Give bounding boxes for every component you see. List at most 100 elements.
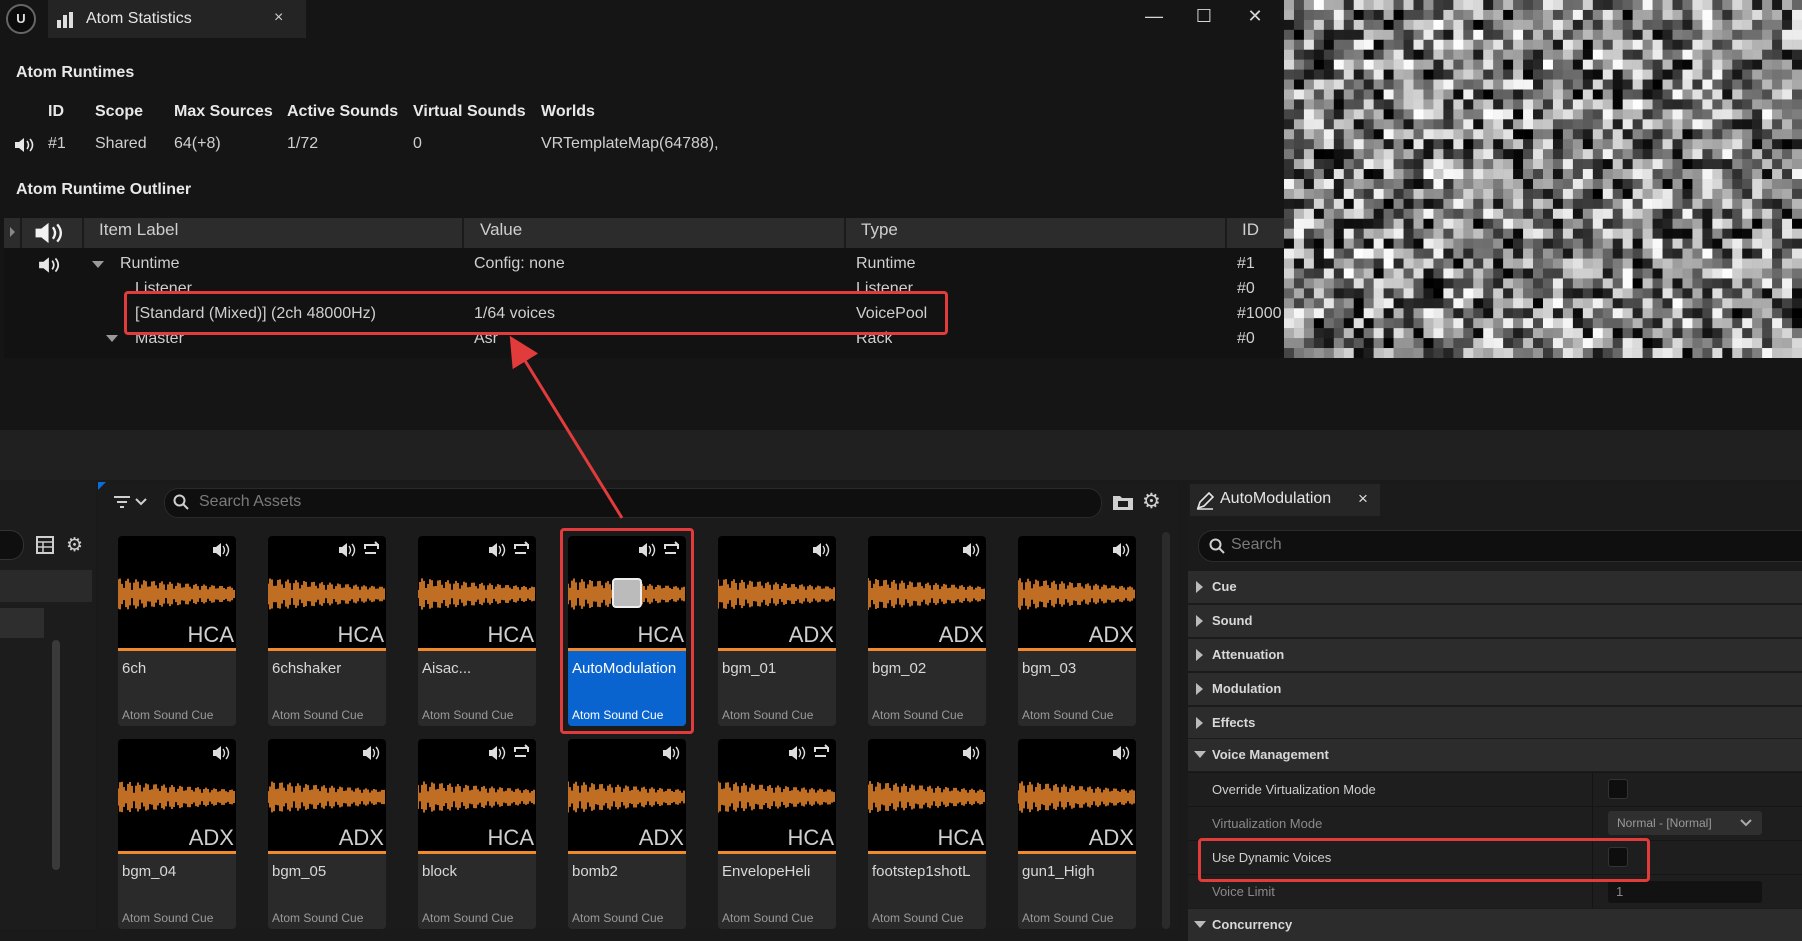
voice-limit-input[interactable]: 1 [1608, 881, 1762, 903]
speaker-icon [213, 543, 230, 557]
col-header-value[interactable]: Value [480, 220, 522, 240]
expand-arrow-icon[interactable] [10, 227, 15, 237]
asset-tile[interactable]: ADX bgm_01 Atom Sound Cue [718, 536, 836, 726]
collapse-arrow-icon[interactable] [92, 261, 104, 268]
minimize-button[interactable]: — [1140, 4, 1168, 28]
property-label: Override Virtualization Mode [1212, 782, 1376, 797]
asset-tile[interactable]: ADX bgm_04 Atom Sound Cue [118, 739, 236, 929]
sources-search[interactable] [0, 530, 24, 560]
voicepool-highlight [124, 291, 948, 335]
settings-gear-icon[interactable]: ⚙ [1142, 489, 1161, 514]
maximize-button[interactable]: ☐ [1190, 4, 1218, 28]
table-view-icon[interactable] [36, 536, 54, 554]
folder-icon[interactable] [1112, 493, 1134, 511]
thumbnail-underline [868, 648, 986, 651]
details-search-input[interactable]: Search [1198, 530, 1802, 562]
codec-label: ADX [338, 825, 384, 850]
tab-automodulation-details[interactable]: AutoModulation × [1190, 484, 1380, 516]
asset-type: Atom Sound Cue [872, 708, 964, 722]
asset-type: Atom Sound Cue [122, 708, 214, 722]
outliner-row-label[interactable]: Runtime [120, 255, 180, 273]
asset-name: Aisac... [422, 660, 472, 677]
asset-tile[interactable]: HCA Aisac... Atom Sound Cue [418, 536, 536, 726]
tab-close-button[interactable]: × [274, 9, 283, 27]
asset-tile[interactable]: ADX bgm_05 Atom Sound Cue [268, 739, 386, 929]
col-header-item-label[interactable]: Item Label [99, 220, 178, 240]
asset-name: block [422, 863, 458, 880]
col-header-worlds: Worlds [541, 103, 595, 120]
asset-tile[interactable]: HCA EnvelopeHeli Atom Sound Cue [718, 739, 836, 929]
property-override-virtualization-mode: Override Virtualization Mode [1188, 772, 1802, 806]
loop-icon [514, 541, 529, 554]
select-value: Normal - [Normal] [1617, 816, 1712, 830]
asset-tile[interactable]: HCA 6ch Atom Sound Cue [118, 536, 236, 726]
asset-name: bgm_03 [1022, 660, 1077, 677]
collapse-arrow-icon[interactable] [106, 335, 118, 342]
close-window-button[interactable]: ✕ [1241, 4, 1269, 28]
runtime-worlds: VRTemplateMap(64788), [541, 135, 719, 152]
thumbnail-underline [718, 851, 836, 854]
outliner-row-value: Config: none [474, 255, 565, 272]
asset-tile[interactable]: ADX gun1_High Atom Sound Cue [1018, 739, 1136, 929]
override-virtualization-checkbox[interactable] [1608, 779, 1628, 799]
asset-tile[interactable]: HCA 6chshaker Atom Sound Cue [268, 536, 386, 726]
outliner-row-id: #1 [1237, 255, 1255, 272]
asset-name: gun1_High [1022, 863, 1095, 880]
asset-search-input[interactable]: Search Assets [164, 488, 1102, 518]
property-label: Virtualization Mode [1212, 816, 1323, 831]
unreal-logo-icon[interactable]: U [6, 4, 36, 34]
asset-type: Atom Sound Cue [722, 911, 814, 925]
tab-atom-statistics[interactable]: Atom Statistics × [48, 0, 306, 38]
category-cue[interactable]: Cue [1188, 570, 1802, 603]
asset-type: Atom Sound Cue [422, 708, 514, 722]
asset-tile[interactable]: ADX bgm_02 Atom Sound Cue [868, 536, 986, 726]
asset-tile[interactable]: ADX bomb2 Atom Sound Cue [568, 739, 686, 929]
col-header-id[interactable]: ID [1242, 220, 1259, 240]
category-modulation[interactable]: Modulation [1188, 672, 1802, 705]
collapse-arrow-icon [1194, 751, 1206, 758]
asset-tile[interactable]: HCA footstep1shotL Atom Sound Cue [868, 739, 986, 929]
grid-scrollbar[interactable] [1162, 532, 1170, 929]
category-sound[interactable]: Sound [1188, 604, 1802, 637]
asset-tile[interactable]: HCA block Atom Sound Cue [418, 739, 536, 929]
thumbnail-underline [868, 851, 986, 854]
asset-name: 6chshaker [272, 660, 342, 677]
category-label: Cue [1212, 579, 1237, 594]
category-effects[interactable]: Effects [1188, 706, 1802, 739]
runtime-id: #1 [48, 135, 66, 152]
speaker-icon[interactable] [38, 255, 62, 275]
tab-close-button[interactable]: × [1358, 489, 1368, 509]
speaker-icon[interactable] [34, 220, 66, 246]
settings-gear-icon[interactable]: ⚙ [66, 534, 83, 557]
filter-icon [114, 496, 147, 508]
virtualization-mode-select[interactable]: Normal - [Normal] [1608, 811, 1762, 835]
title-bar: U Atom Statistics × — ☐ ✕ [0, 0, 1284, 40]
speaker-icon [789, 746, 806, 760]
speaker-icon [363, 746, 380, 760]
folder-row[interactable] [0, 608, 44, 638]
search-placeholder: Search Assets [199, 493, 302, 510]
thumbnail-underline [418, 851, 536, 854]
asset-tile[interactable]: ADX bgm_03 Atom Sound Cue [1018, 536, 1136, 726]
speaker-icon [663, 746, 680, 760]
asset-type: Atom Sound Cue [272, 708, 364, 722]
asset-name: bgm_04 [122, 863, 177, 880]
asset-type: Atom Sound Cue [122, 911, 214, 925]
expand-arrow-icon [1196, 615, 1203, 627]
category-attenuation[interactable]: Attenuation [1188, 638, 1802, 671]
input-value: 1 [1616, 884, 1624, 899]
category-concurrency[interactable]: Concurrency [1188, 908, 1802, 941]
speaker-icon[interactable] [14, 136, 36, 154]
thumbnail-underline [1018, 851, 1136, 854]
col-header-type[interactable]: Type [861, 220, 898, 240]
scrollbar[interactable] [52, 640, 60, 870]
asset-name: footstep1shotL [872, 863, 971, 880]
codec-label: HCA [337, 622, 384, 647]
category-voice-management[interactable]: Voice Management [1188, 738, 1802, 771]
asset-type: Atom Sound Cue [722, 708, 814, 722]
runtime-scope: Shared [95, 135, 147, 152]
filter-button[interactable] [112, 490, 158, 514]
category-label: Sound [1212, 613, 1253, 628]
speaker-icon [213, 746, 230, 760]
empty-area [0, 358, 1802, 430]
